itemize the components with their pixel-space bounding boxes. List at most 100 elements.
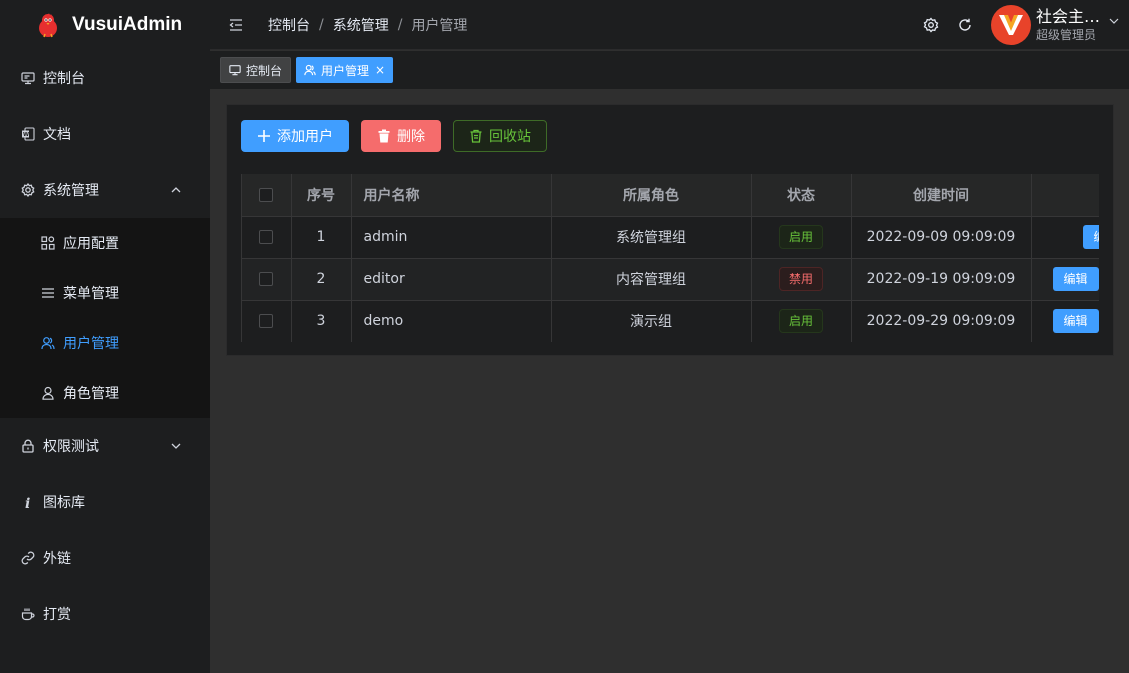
sidebar-item-docs[interactable]: W 文档 [0, 106, 210, 162]
gear-icon [20, 182, 36, 198]
select-all-checkbox[interactable] [259, 187, 274, 202]
monitor-icon [229, 64, 241, 76]
users-icon [40, 335, 56, 351]
tab-label: 控制台 [246, 63, 283, 78]
sidebar-item-permission[interactable]: 权限测试 [0, 418, 210, 474]
user-info[interactable]: 社会主… 超级管理员 [1036, 7, 1112, 43]
tab-user-manage[interactable]: 用户管理 × [296, 57, 394, 83]
coffee-icon [20, 606, 36, 622]
table-row: 1 admin 系统管理组 启用 2022-09-09 09:09:09 编辑 [242, 216, 1099, 259]
sidebar-item-dashboard[interactable]: 控制台 [0, 50, 210, 106]
tab-dashboard[interactable]: 控制台 [220, 57, 292, 83]
column-header: 状态 [751, 174, 852, 217]
logo[interactable]: VusuiAdmin [0, 0, 210, 50]
cell-created: 2022-09-29 09:09:09 [851, 300, 1032, 342]
trash-icon [377, 129, 391, 143]
users-icon [304, 64, 316, 76]
menu-fold-icon[interactable] [228, 17, 244, 33]
edit-button[interactable]: 编辑 [1082, 225, 1099, 249]
cell-actions: 编辑 [1031, 258, 1099, 301]
cell-username: demo [351, 300, 552, 342]
svg-text:W: W [23, 132, 29, 138]
row-check-cell [242, 258, 292, 301]
breadcrumb-item-current: 用户管理 [411, 17, 468, 34]
breadcrumb-separator: / [319, 16, 324, 33]
row-checkbox[interactable] [259, 314, 274, 328]
cell-role: 系统管理组 [551, 216, 752, 259]
column-header: 序号 [291, 174, 352, 217]
plus-icon [257, 129, 271, 143]
delete-button[interactable]: 删除 [361, 120, 441, 152]
header-actions: 社会主… 超级管理员 [923, 0, 1129, 50]
cell-index: 2 [291, 258, 352, 301]
sidebar-item-label: 系统管理 [43, 183, 99, 199]
recycle-bin-icon [469, 129, 483, 143]
recycle-bin-button[interactable]: 回收站 [453, 120, 547, 152]
cell-created: 2022-09-19 09:09:09 [851, 258, 1032, 301]
content-card: 添加用户 删除 回收站 序号 用户名称 所属角色 状态 创建时间 1 admin… [226, 104, 1114, 356]
table-row: 3 demo 演示组 启用 2022-09-29 09:09:09 编辑 [242, 300, 1099, 342]
link-icon [20, 550, 36, 566]
app-title: VusuiAdmin [72, 14, 183, 35]
close-icon[interactable]: × [375, 63, 385, 77]
column-header: 用户名称 [351, 174, 552, 217]
chevron-down-icon [171, 443, 181, 449]
sidebar-item-label: 权限测试 [43, 439, 99, 455]
sidebar-item-user-manage[interactable]: 用户管理 [0, 318, 210, 368]
user-name: 社会主… [1036, 7, 1101, 26]
chevron-down-icon[interactable] [1108, 15, 1120, 27]
sidebar-item-menu-manage[interactable]: 菜单管理 [0, 268, 210, 318]
edit-button[interactable]: 编辑 [1052, 309, 1099, 333]
chevron-up-icon [171, 187, 181, 193]
select-all-cell [242, 174, 292, 217]
tabs-bar: 控制台 用户管理 × [210, 51, 1129, 89]
add-user-label: 添加用户 [277, 129, 333, 145]
cell-role: 演示组 [551, 300, 752, 342]
avatar[interactable] [991, 5, 1031, 45]
sidebar-item-external-link[interactable]: 外链 [0, 530, 210, 586]
cell-actions: 编辑 [1031, 216, 1099, 259]
sidebar-item-icons[interactable]: i 图标库 [0, 474, 210, 530]
list-icon [40, 285, 56, 301]
table-row: 2 editor 内容管理组 禁用 2022-09-19 09:09:09 编辑 [242, 258, 1099, 301]
grid-icon [40, 235, 56, 251]
refresh-icon[interactable] [957, 17, 973, 33]
row-check-cell [242, 300, 292, 342]
breadcrumb-item[interactable]: 控制台 [268, 15, 310, 35]
sidebar-item-role-manage[interactable]: 角色管理 [0, 368, 210, 418]
sidebar-item-label: 外链 [43, 551, 71, 567]
sidebar-item-label: 控制台 [43, 71, 85, 87]
cell-index: 1 [291, 216, 352, 259]
status-badge: 启用 [778, 225, 823, 249]
edit-button[interactable]: 编辑 [1052, 267, 1099, 291]
sidebar-item-label: 菜单管理 [63, 286, 119, 302]
sidebar-item-label: 用户管理 [63, 336, 119, 352]
monitor-icon [20, 70, 36, 86]
sidebar-item-label: 打赏 [43, 607, 71, 623]
bird-logo-icon [39, 13, 57, 38]
cell-username: admin [351, 216, 552, 259]
column-header: 创建时间 [851, 174, 1032, 217]
column-header: 操作 [1031, 174, 1099, 217]
sidebar-item-donate[interactable]: 打赏 [0, 586, 210, 642]
breadcrumb-separator: / [397, 16, 403, 33]
cell-created: 2022-09-09 09:09:09 [851, 216, 1032, 259]
user-role: 超级管理员 [1036, 28, 1097, 42]
row-checkbox[interactable] [259, 272, 274, 286]
cell-index: 3 [291, 300, 352, 342]
cell-status: 启用 [751, 300, 852, 342]
word-doc-icon: W [20, 126, 36, 142]
row-checkbox[interactable] [259, 230, 274, 244]
lock-icon [20, 438, 36, 454]
toolbar: 添加用户 删除 回收站 [241, 120, 559, 152]
sidebar-item-app-config[interactable]: 应用配置 [0, 218, 210, 268]
add-user-button[interactable]: 添加用户 [241, 120, 349, 152]
breadcrumb-item[interactable]: 系统管理 [333, 15, 389, 35]
settings-icon[interactable] [923, 17, 939, 33]
sidebar: VusuiAdmin 控制台 W 文档 系统管理 应用配置 菜单管理 用户管理 … [0, 0, 210, 673]
cell-username: editor [351, 258, 552, 301]
submenu-system: 应用配置 菜单管理 用户管理 角色管理 [0, 218, 210, 418]
delete-label: 删除 [397, 129, 425, 145]
sidebar-item-system[interactable]: 系统管理 [0, 162, 210, 218]
status-badge: 启用 [778, 309, 823, 333]
